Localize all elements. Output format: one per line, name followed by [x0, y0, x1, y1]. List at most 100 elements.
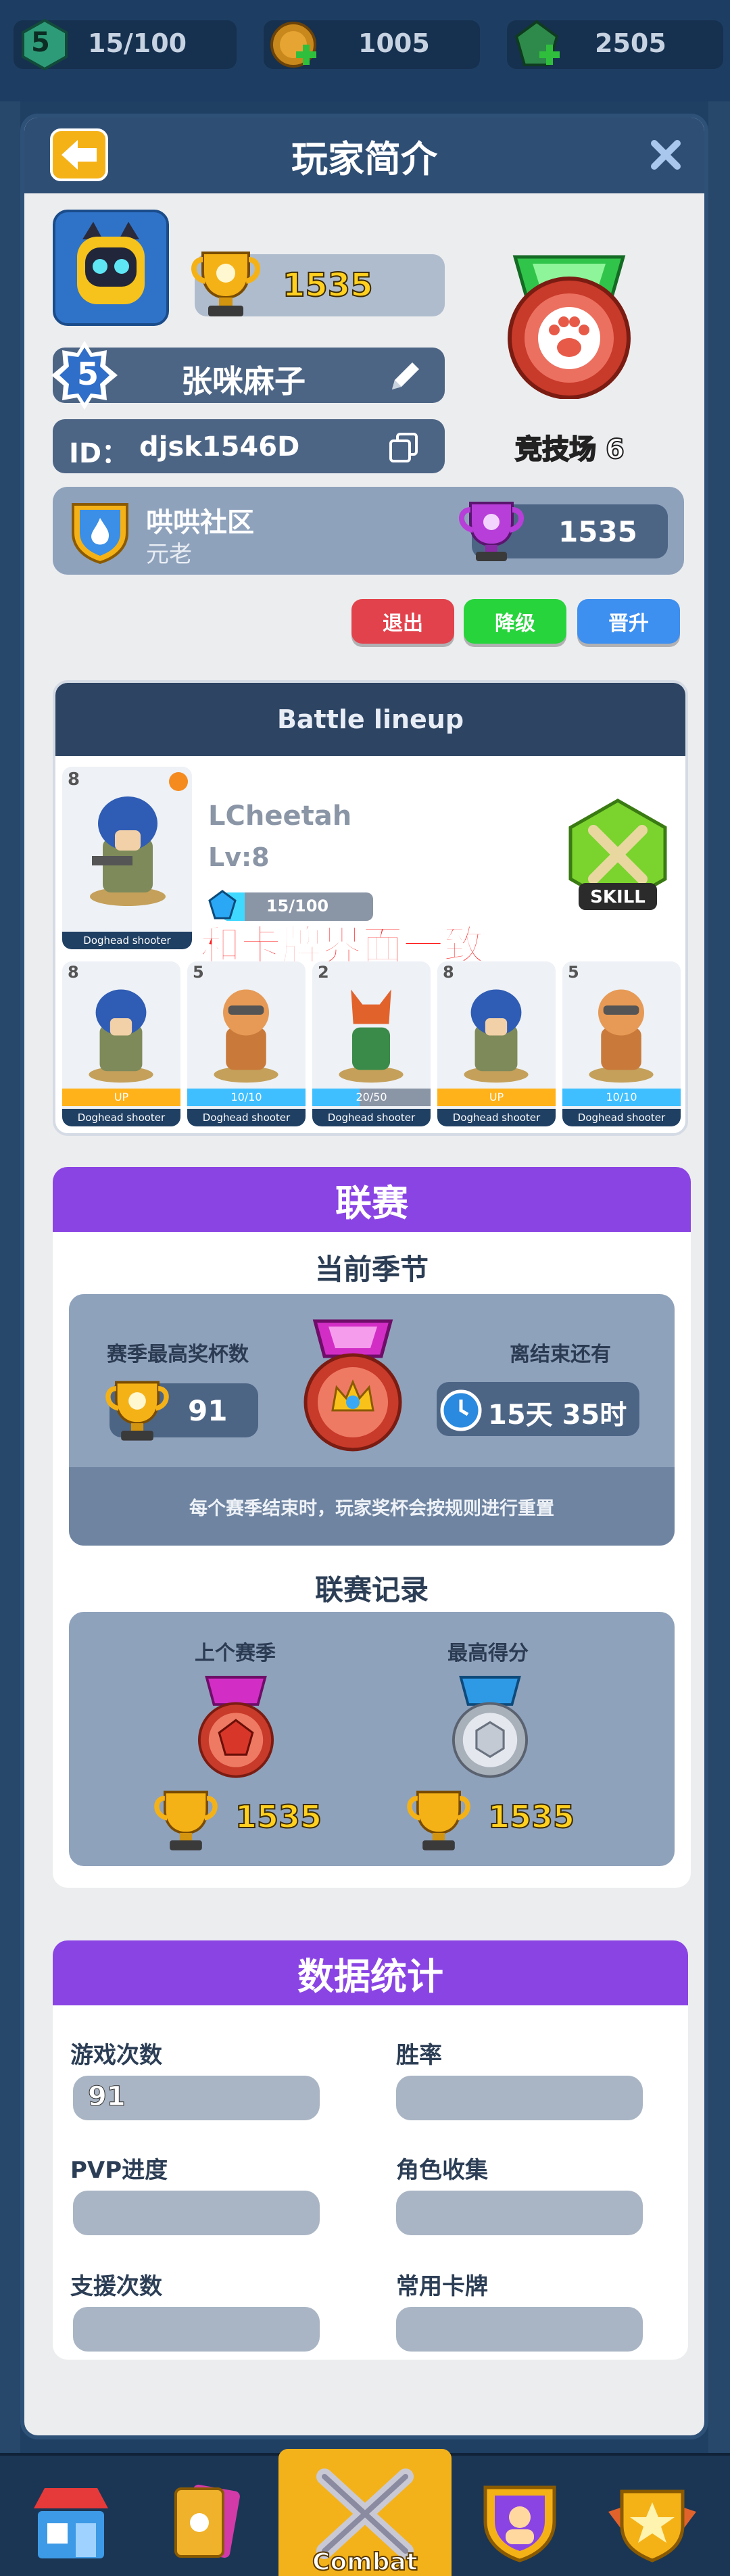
nav-combat[interactable]: Combat [278, 2449, 452, 2576]
nav-shop[interactable] [20, 2475, 122, 2569]
trophy-icon [191, 252, 260, 316]
soldier-unit-icon [464, 989, 529, 1083]
current-season-title: 当前季节 [314, 1253, 429, 1286]
exit-button[interactable]: 退出 [351, 599, 454, 644]
last-season-trophies: 1535 [235, 1798, 322, 1836]
unit-label: Doghead shooter [562, 1109, 681, 1126]
reset-note: 每个赛季结束时，玩家奖杯会按规则进行重置 [189, 1498, 554, 1519]
season-medal-icon [303, 1319, 402, 1452]
hero-unit-card[interactable]: 8 Doghead shooter [62, 767, 192, 949]
ends-in-pill: 15天 35时 [437, 1382, 639, 1436]
ends-in-value: 15天 35时 [488, 1400, 627, 1431]
robot-avatar-icon [77, 222, 145, 304]
league-records-box: 上个赛季 1535 最高得分 1535 [69, 1612, 675, 1866]
hero-name: LCheetah [208, 801, 352, 832]
gem-icon [514, 20, 560, 66]
skill-label: SKILL [590, 887, 646, 907]
current-season-box: 赛季最高奖杯数 91 离结束还有 15天 35时 每个赛季结束时，玩家奖杯会按规… [69, 1294, 675, 1546]
purple-trophy-icon [459, 502, 524, 561]
unit-level-bar: UP [62, 1089, 180, 1106]
close-icon [651, 140, 681, 170]
player-level: 5 [77, 356, 99, 392]
background-right [708, 101, 730, 2454]
trophy-icon [407, 1790, 470, 1851]
arrow-left-icon [62, 140, 97, 170]
assists-bar [73, 2307, 320, 2352]
lineup-header: Battle lineup [55, 683, 685, 756]
max-trophies-value: 91 [188, 1394, 228, 1427]
club-shield-icon [72, 503, 128, 565]
unit-card-4[interactable]: 8 UP Doghead shooter [437, 961, 556, 1126]
games-bar: 91 [73, 2076, 320, 2120]
nav-cards[interactable] [154, 2475, 256, 2569]
soldier-unit-icon [90, 796, 166, 906]
avatar[interactable] [53, 210, 169, 326]
collection-bar [396, 2191, 643, 2235]
max-trophies-label: 赛季最高奖杯数 [107, 1343, 249, 1366]
league-header: 联赛 [53, 1167, 691, 1232]
best-score-trophies: 1535 [487, 1798, 575, 1836]
league-records-title: 联赛记录 [314, 1573, 429, 1606]
best-score-label: 最高得分 [447, 1642, 529, 1665]
assists-label: 支援次数 [70, 2273, 162, 2300]
coin-display[interactable]: 1005 [264, 20, 480, 69]
stats-header: 数据统计 [53, 1940, 688, 2005]
arena-badge-icon [508, 255, 631, 399]
panel-title: 玩家简介 [291, 137, 437, 181]
max-trophies-pill: 91 [105, 1381, 258, 1441]
nav-club[interactable] [469, 2475, 570, 2569]
bottom-nav: Combat [0, 2449, 730, 2576]
unit-level-text: UP [437, 1089, 556, 1106]
lineup-title: Battle lineup [276, 705, 464, 734]
promote-button[interactable]: 晋升 [577, 599, 680, 644]
unit-card-2[interactable]: 5 10/10 Doghead shooter [187, 961, 306, 1126]
hero-level: Lv:8 [208, 842, 270, 872]
unit-card-3[interactable]: 2 20/50 Doghead shooter [312, 961, 431, 1126]
ends-in-label: 离结束还有 [510, 1343, 611, 1366]
winrate-label: 胜率 [396, 2042, 442, 2069]
star-badge-icon [608, 2489, 696, 2562]
demote-button[interactable]: 降级 [464, 599, 566, 644]
nav-rank[interactable] [602, 2475, 703, 2569]
trophy-icon [154, 1790, 218, 1851]
tiger-unit-icon [589, 989, 654, 1083]
unit-card-1[interactable]: 8 UP Doghead shooter [62, 961, 180, 1126]
stopwatch-icon [440, 1389, 482, 1431]
copy-icon[interactable] [388, 431, 420, 464]
cards-label: 常用卡牌 [396, 2273, 488, 2300]
club-card[interactable]: 哄哄社区 元老 1535 [53, 487, 684, 575]
player-profile-panel: 玩家简介 1535 5 张咪麻子 ID： djsk1546D 竞技场 6 哄哄社… [20, 114, 708, 2439]
xp-value: 15/100 [88, 28, 187, 58]
trophy-pill: 1535 [191, 252, 445, 316]
winrate-bar [396, 2076, 643, 2120]
gem-display[interactable]: 2505 [507, 20, 723, 69]
coin-icon [270, 22, 316, 68]
unit-card-5[interactable]: 5 10/10 Doghead shooter [562, 961, 681, 1126]
hero-unit-label: Doghead shooter [62, 932, 192, 949]
close-button[interactable] [642, 131, 689, 178]
unit-label: Doghead shooter [187, 1109, 306, 1126]
unit-level-bar: 10/10 [562, 1089, 681, 1106]
league-card: 联赛 当前季节 赛季最高奖杯数 91 离结束还有 15天 35时 每个赛季结束时… [53, 1167, 691, 1888]
name-pill: 5 张咪麻子 [51, 341, 445, 410]
pvp-label: PVP进度 [70, 2157, 168, 2184]
club-role: 元老 [146, 541, 192, 568]
skill-badge[interactable]: SKILL [564, 798, 672, 920]
back-button[interactable] [50, 128, 108, 181]
cards-icon [174, 2484, 240, 2558]
unit-level-text: UP [62, 1089, 180, 1106]
games-label: 游戏次数 [70, 2042, 162, 2069]
unit-level-text: 10/10 [562, 1089, 681, 1106]
player-name: 张咪麻子 [181, 363, 306, 400]
unit-level-bar: 10/10 [187, 1089, 306, 1106]
gem-value: 2505 [595, 28, 666, 58]
coin-value: 1005 [358, 28, 430, 58]
player-level-badge: 5 [31, 27, 50, 58]
xp-display: 5 15/100 [14, 18, 237, 71]
club-trophy-pill: 1535 [459, 502, 668, 561]
red-gem-medal-icon [197, 1675, 274, 1778]
edit-pencil-icon[interactable] [385, 356, 426, 396]
club-trophies: 1535 [558, 515, 637, 548]
panel-header: 玩家简介 [24, 118, 704, 193]
trophy-icon [105, 1381, 169, 1441]
